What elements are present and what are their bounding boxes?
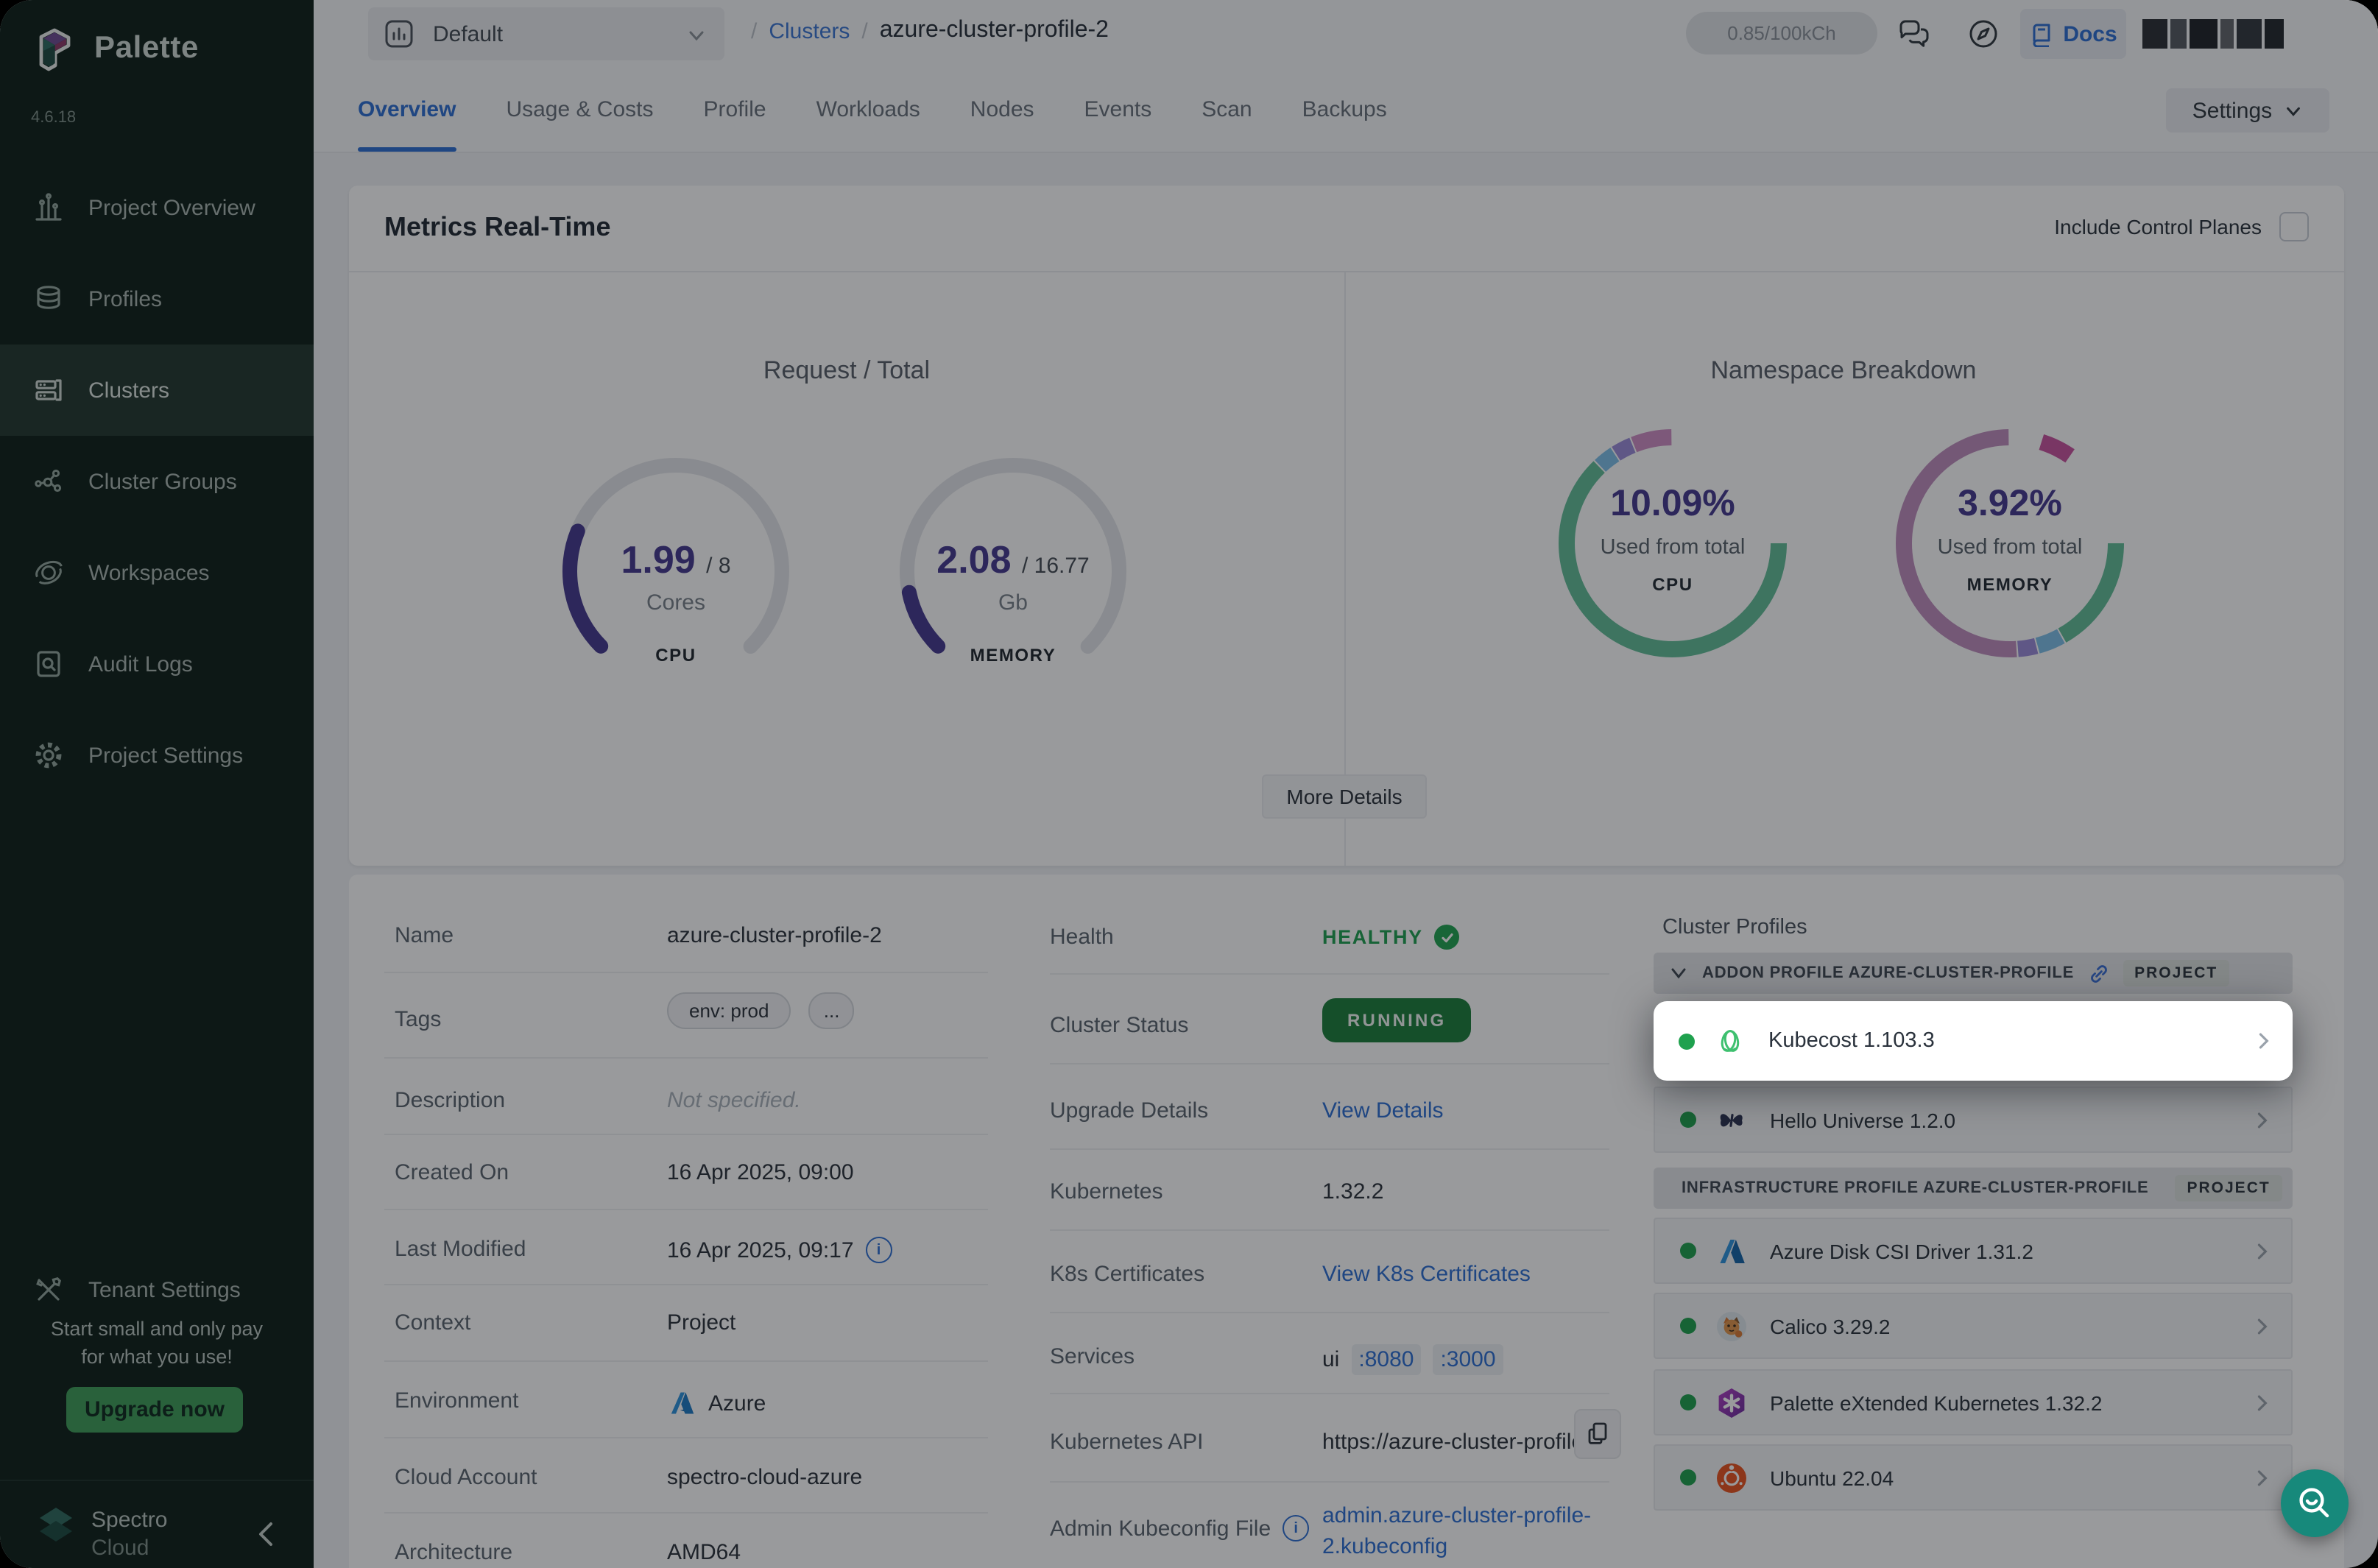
layer-status-dot xyxy=(1679,1033,1695,1049)
kubecost-icon xyxy=(1714,1025,1746,1057)
support-search-button[interactable] xyxy=(2281,1469,2349,1537)
chevron-right-icon xyxy=(2251,1029,2275,1053)
app-window: Palette 4.6.18 Project Overview xyxy=(0,0,2378,1568)
search-smile-icon xyxy=(2296,1484,2334,1522)
tour-dim-overlay xyxy=(0,0,2378,1568)
profile-layer-kubecost[interactable]: Kubecost 1.103.3 xyxy=(1654,1001,2293,1081)
layer-name: Kubecost 1.103.3 xyxy=(1768,1029,1935,1053)
